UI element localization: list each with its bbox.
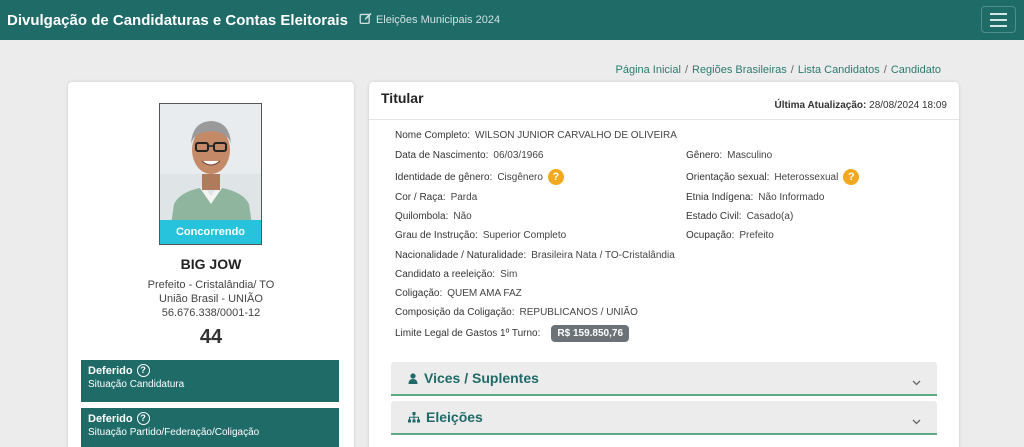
field-label: Data de Nascimento: xyxy=(395,150,489,161)
election-link[interactable]: Eleições Municipais 2024 xyxy=(359,12,500,28)
top-navbar: Divulgação de Candidaturas e Contas Elei… xyxy=(0,0,1024,40)
field-nome: Nome Completo: WILSON JUNIOR CARVALHO DE… xyxy=(395,130,677,141)
field-label: Limite Legal de Gastos 1º Turno: xyxy=(395,328,541,339)
field-value: Sim xyxy=(500,269,518,280)
field-label: Candidato a reeleição: xyxy=(395,269,496,280)
field-value: Masculino xyxy=(727,150,773,161)
last-updated-value: 28/08/2024 18:09 xyxy=(869,100,947,111)
field-label: Grau de Instrução: xyxy=(395,230,478,241)
field-value: WILSON JUNIOR CARVALHO DE OLIVEIRA xyxy=(475,130,677,141)
field-value: Superior Completo xyxy=(482,230,567,241)
candidate-number: 44 xyxy=(199,326,223,348)
sitemap-icon xyxy=(408,411,420,423)
breadcrumb-separator: / xyxy=(883,64,887,76)
chevron-down-icon xyxy=(912,412,921,430)
help-question-icon[interactable]: ? xyxy=(843,169,860,185)
field-label: Composição da Coligação: xyxy=(395,307,515,318)
field-value: Prefeito xyxy=(739,230,774,241)
hamburger-icon-line xyxy=(990,24,1007,27)
field-value: Brasileira Nata / TO-Cristalândia xyxy=(531,250,675,261)
field-label: Nome Completo: xyxy=(395,130,471,141)
last-updated: Última Atualização: 28/08/2024 18:09 xyxy=(774,100,947,111)
field-quilombola: Quilombola: Não xyxy=(395,211,472,222)
field-value: Cisgênero xyxy=(497,171,543,183)
last-updated-label: Última Atualização: xyxy=(774,100,867,111)
field-nacionalidade: Nacionalidade / Naturalidade: Brasileira… xyxy=(395,250,675,261)
field-limite-gastos: Limite Legal de Gastos 1º Turno: R$ 159.… xyxy=(395,325,630,342)
details-title: Titular xyxy=(381,90,424,106)
field-label: Cor / Raça: xyxy=(395,192,446,203)
breadcrumb-regions[interactable]: Regiões Brasileiras xyxy=(692,64,787,76)
field-etnia: Etnia Indígena: Não Informado xyxy=(686,192,824,203)
site-title[interactable]: Divulgação de Candidaturas e Contas Elei… xyxy=(7,12,348,29)
candidate-name: BIG JOW xyxy=(180,256,242,272)
field-label: Quilombola: xyxy=(395,211,449,222)
field-value: 06/03/1966 xyxy=(493,150,544,161)
breadcrumb-separator: / xyxy=(684,64,688,76)
field-genero: Gênero: Masculino xyxy=(686,150,772,161)
field-value: Não xyxy=(453,211,472,222)
field-label: Gênero: xyxy=(686,150,723,161)
details-header: Titular Última Atualização: 28/08/2024 1… xyxy=(369,82,959,120)
field-label: Nacionalidade / Naturalidade: xyxy=(395,250,527,261)
field-identidade: Identidade de gênero: Cisgênero ? xyxy=(395,169,564,185)
field-reeleicao: Candidato a reeleição: Sim xyxy=(395,269,517,280)
field-value: Casado(a) xyxy=(746,211,794,222)
field-value: Parda xyxy=(450,192,478,203)
field-value: REPUBLICANOS / UNIÃO xyxy=(519,307,638,318)
candidate-photo: Concorrendo xyxy=(159,103,262,245)
breadcrumb: Página Inicial / Regiões Brasileiras / Lista… xyxy=(616,64,942,76)
status-desc: Situação Candidatura xyxy=(88,379,185,390)
accordion-eleicoes[interactable]: Eleições xyxy=(391,401,937,435)
person-icon xyxy=(408,372,418,384)
edit-icon xyxy=(359,12,376,28)
status-desc: Situação Partido/Federação/Coligação xyxy=(88,427,260,438)
field-value: QUEM AMA FAZ xyxy=(447,288,522,299)
field-label: Estado Civil: xyxy=(686,211,742,222)
field-value: Não Informado xyxy=(758,192,825,203)
chevron-down-icon xyxy=(912,373,921,391)
field-value: Heterossexual xyxy=(774,171,839,183)
status-partido: Deferido? Situação Partido/Federação/Col… xyxy=(81,408,339,447)
status-title: Deferido xyxy=(88,364,133,377)
field-label: Identidade de gênero: xyxy=(395,171,493,183)
field-coligacao: Coligação: QUEM AMA FAZ xyxy=(395,288,522,299)
hamburger-icon-line xyxy=(990,12,1007,15)
status-candidatura: Deferido? Situação Candidatura xyxy=(81,360,339,402)
spending-limit-badge: R$ 159.850,76 xyxy=(551,325,630,342)
field-orientacao: Orientação sexual: Heterossexual ? xyxy=(686,169,860,185)
hamburger-icon-line xyxy=(990,18,1007,21)
field-label: Etnia Indígena: xyxy=(686,192,754,203)
candidate-cnpj: 56.676.338/0001-12 xyxy=(161,307,261,319)
field-nascimento: Data de Nascimento: 06/03/1966 xyxy=(395,150,543,161)
breadcrumb-current: Candidato xyxy=(890,64,941,76)
field-cor: Cor / Raça: Parda xyxy=(395,192,477,203)
help-circle-icon[interactable]: ? xyxy=(136,412,150,425)
hamburger-menu-button[interactable] xyxy=(981,6,1016,33)
field-ocupacao: Ocupação: Prefeito xyxy=(686,230,774,241)
election-label: Eleições Municipais 2024 xyxy=(375,14,501,26)
field-label: Ocupação: xyxy=(686,230,735,241)
breadcrumb-separator: / xyxy=(790,64,794,76)
status-title: Deferido xyxy=(88,412,133,425)
field-label: Coligação: xyxy=(395,288,443,299)
field-instrucao: Grau de Instrução: Superior Completo xyxy=(395,230,566,241)
candidate-party: União Brasil - UNIÃO xyxy=(159,293,263,305)
accordion-label: Eleições xyxy=(426,409,483,425)
help-circle-icon[interactable]: ? xyxy=(136,364,150,377)
candidate-office: Prefeito - Cristalândia/ TO xyxy=(147,279,275,291)
field-estado-civil: Estado Civil: Casado(a) xyxy=(686,211,793,222)
breadcrumb-home[interactable]: Página Inicial xyxy=(616,64,681,76)
accordion-vices-suplentes[interactable]: Vices / Suplentes xyxy=(391,362,937,396)
accordion-label: Vices / Suplentes xyxy=(424,370,539,386)
candidate-card: Concorrendo BIG JOW Prefeito - Cristalân… xyxy=(68,82,354,447)
status-concorrendo-badge: Concorrendo xyxy=(160,220,261,244)
field-composicao: Composição da Coligação: REPUBLICANOS / … xyxy=(395,307,638,318)
details-card: Titular Última Atualização: 28/08/2024 1… xyxy=(369,82,959,447)
breadcrumb-candidate-list[interactable]: Lista Candidatos xyxy=(798,64,880,76)
help-question-icon[interactable]: ? xyxy=(547,169,564,185)
field-label: Orientação sexual: xyxy=(686,171,770,183)
